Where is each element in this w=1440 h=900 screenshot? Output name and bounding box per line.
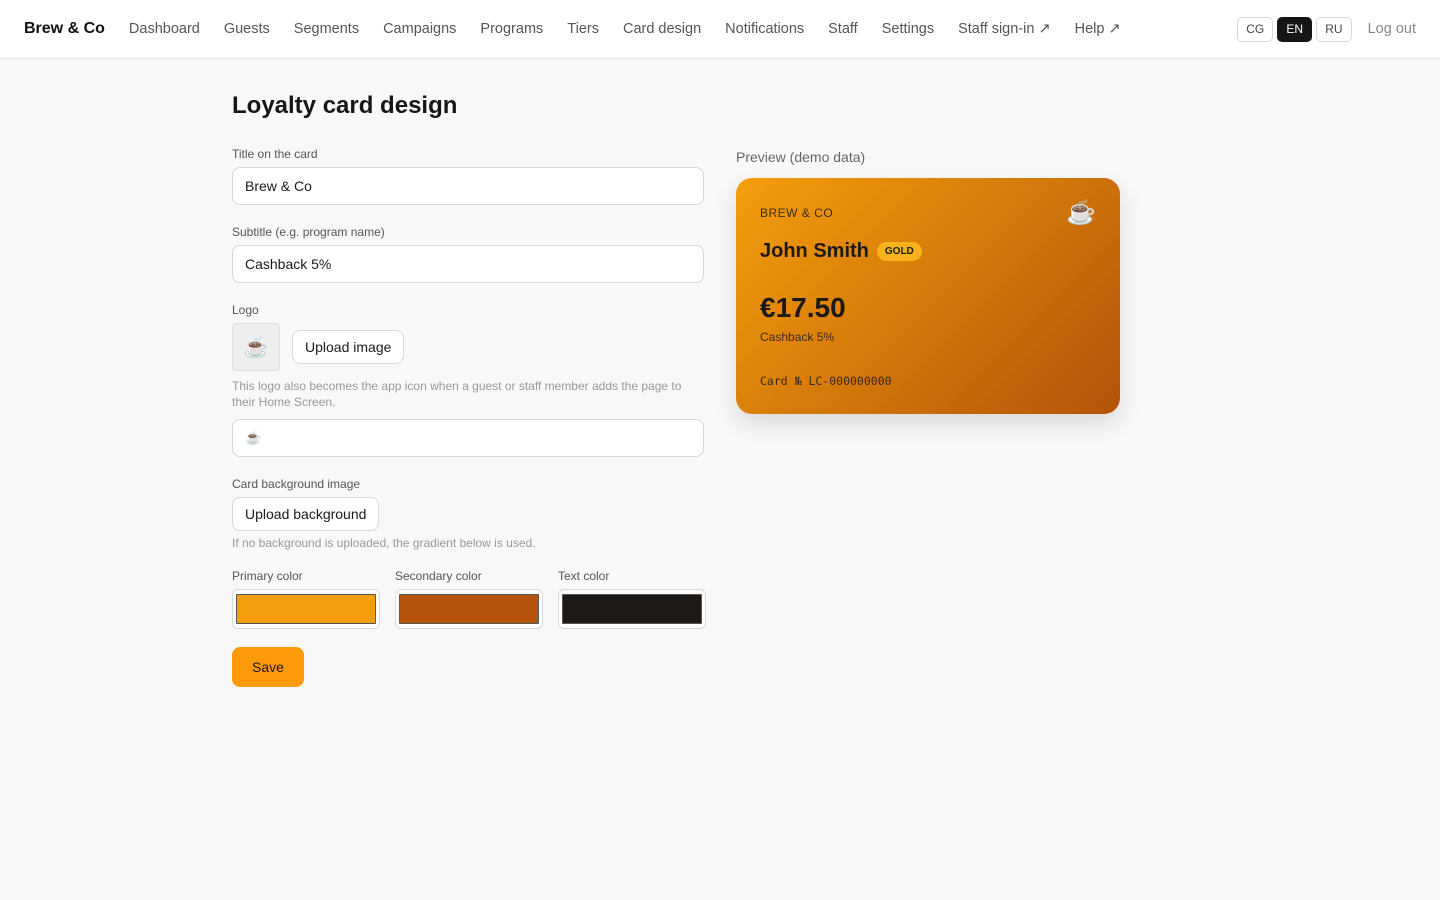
- page-title: Loyalty card design: [232, 92, 458, 119]
- nav-guests[interactable]: Guests: [224, 21, 270, 37]
- card-subtitle: Cashback 5%: [760, 330, 835, 344]
- nav-card-design[interactable]: Card design: [623, 21, 701, 37]
- card-preview-section: Preview (demo data) BREW & CO ☕ John Smi…: [736, 149, 1120, 414]
- title-input[interactable]: [232, 167, 704, 205]
- title-label: Title on the card: [232, 147, 318, 161]
- secondary-color-label: Secondary color: [395, 569, 482, 583]
- lang-en-button[interactable]: EN: [1277, 16, 1313, 42]
- primary-color-picker[interactable]: [232, 589, 380, 629]
- logo-field-group: Logo ☕ Upload image This logo also becom…: [232, 303, 704, 457]
- lang-cg-button[interactable]: CG: [1237, 16, 1274, 42]
- nav-staff-sign-in[interactable]: Staff sign-in ↗: [958, 21, 1050, 37]
- nav-staff[interactable]: Staff: [828, 21, 858, 37]
- logo-label: Logo: [232, 303, 259, 317]
- secondary-color-picker[interactable]: [395, 589, 543, 629]
- background-field-group: Card background image Upload background …: [232, 477, 704, 551]
- text-color-label: Text color: [558, 569, 610, 583]
- nav-dashboard[interactable]: Dashboard: [129, 21, 200, 37]
- preview-label: Preview (demo data): [736, 149, 866, 165]
- text-color-swatch: [562, 594, 702, 624]
- nav-notifications[interactable]: Notifications: [725, 21, 804, 37]
- nav-segments[interactable]: Segments: [294, 21, 359, 37]
- main-nav: Dashboard Guests Segments Campaigns Prog…: [129, 21, 1145, 37]
- card-number: Card № LC-000000000: [760, 374, 892, 388]
- lang-ru-button[interactable]: RU: [1316, 16, 1352, 42]
- title-field-group: Title on the card: [232, 147, 704, 205]
- brand-name: Brew & Co: [24, 20, 105, 37]
- background-hint: If no background is uploaded, the gradie…: [232, 536, 536, 550]
- card-coffee-icon: ☕: [1066, 199, 1096, 226]
- coffee-icon: ☕: [243, 336, 269, 359]
- upload-background-button[interactable]: Upload background: [232, 497, 380, 531]
- language-switcher: CG EN RU: [1237, 16, 1352, 42]
- card-balance: €17.50: [760, 292, 846, 323]
- top-nav-bar: Brew & Co Dashboard Guests Segments Camp…: [0, 0, 1440, 59]
- secondary-color-swatch: [399, 594, 539, 624]
- logo-preview: ☕: [232, 323, 280, 371]
- nav-programs[interactable]: Programs: [480, 21, 543, 37]
- nav-settings[interactable]: Settings: [882, 21, 934, 37]
- subtitle-field-group: Subtitle (e.g. program name): [232, 225, 704, 283]
- nav-tiers[interactable]: Tiers: [567, 21, 599, 37]
- save-button[interactable]: Save: [232, 647, 304, 687]
- background-label: Card background image: [232, 477, 361, 491]
- upload-image-button[interactable]: Upload image: [292, 330, 405, 364]
- logo-hint: This logo also becomes the app icon when…: [232, 379, 682, 409]
- nav-help[interactable]: Help ↗: [1075, 21, 1121, 37]
- card-design-form: Title on the card Subtitle (e.g. program…: [232, 147, 706, 687]
- text-color-picker[interactable]: [558, 589, 706, 629]
- nav-campaigns[interactable]: Campaigns: [383, 21, 456, 37]
- logo-emoji-input[interactable]: [232, 419, 704, 457]
- subtitle-input[interactable]: [232, 245, 704, 283]
- primary-color-label: Primary color: [232, 569, 303, 583]
- logout-link[interactable]: Log out: [1368, 21, 1416, 37]
- primary-color-swatch: [236, 594, 376, 624]
- card-holder-name: John Smith: [760, 240, 869, 262]
- tier-badge: GOLD: [876, 242, 922, 261]
- subtitle-label: Subtitle (e.g. program name): [232, 225, 385, 239]
- color-pickers: Primary color Secondary color Text color: [232, 569, 706, 629]
- loyalty-card-preview: BREW & CO ☕ John Smith GOLD €17.50 Cashb…: [736, 178, 1120, 414]
- card-brand: BREW & CO: [760, 206, 834, 220]
